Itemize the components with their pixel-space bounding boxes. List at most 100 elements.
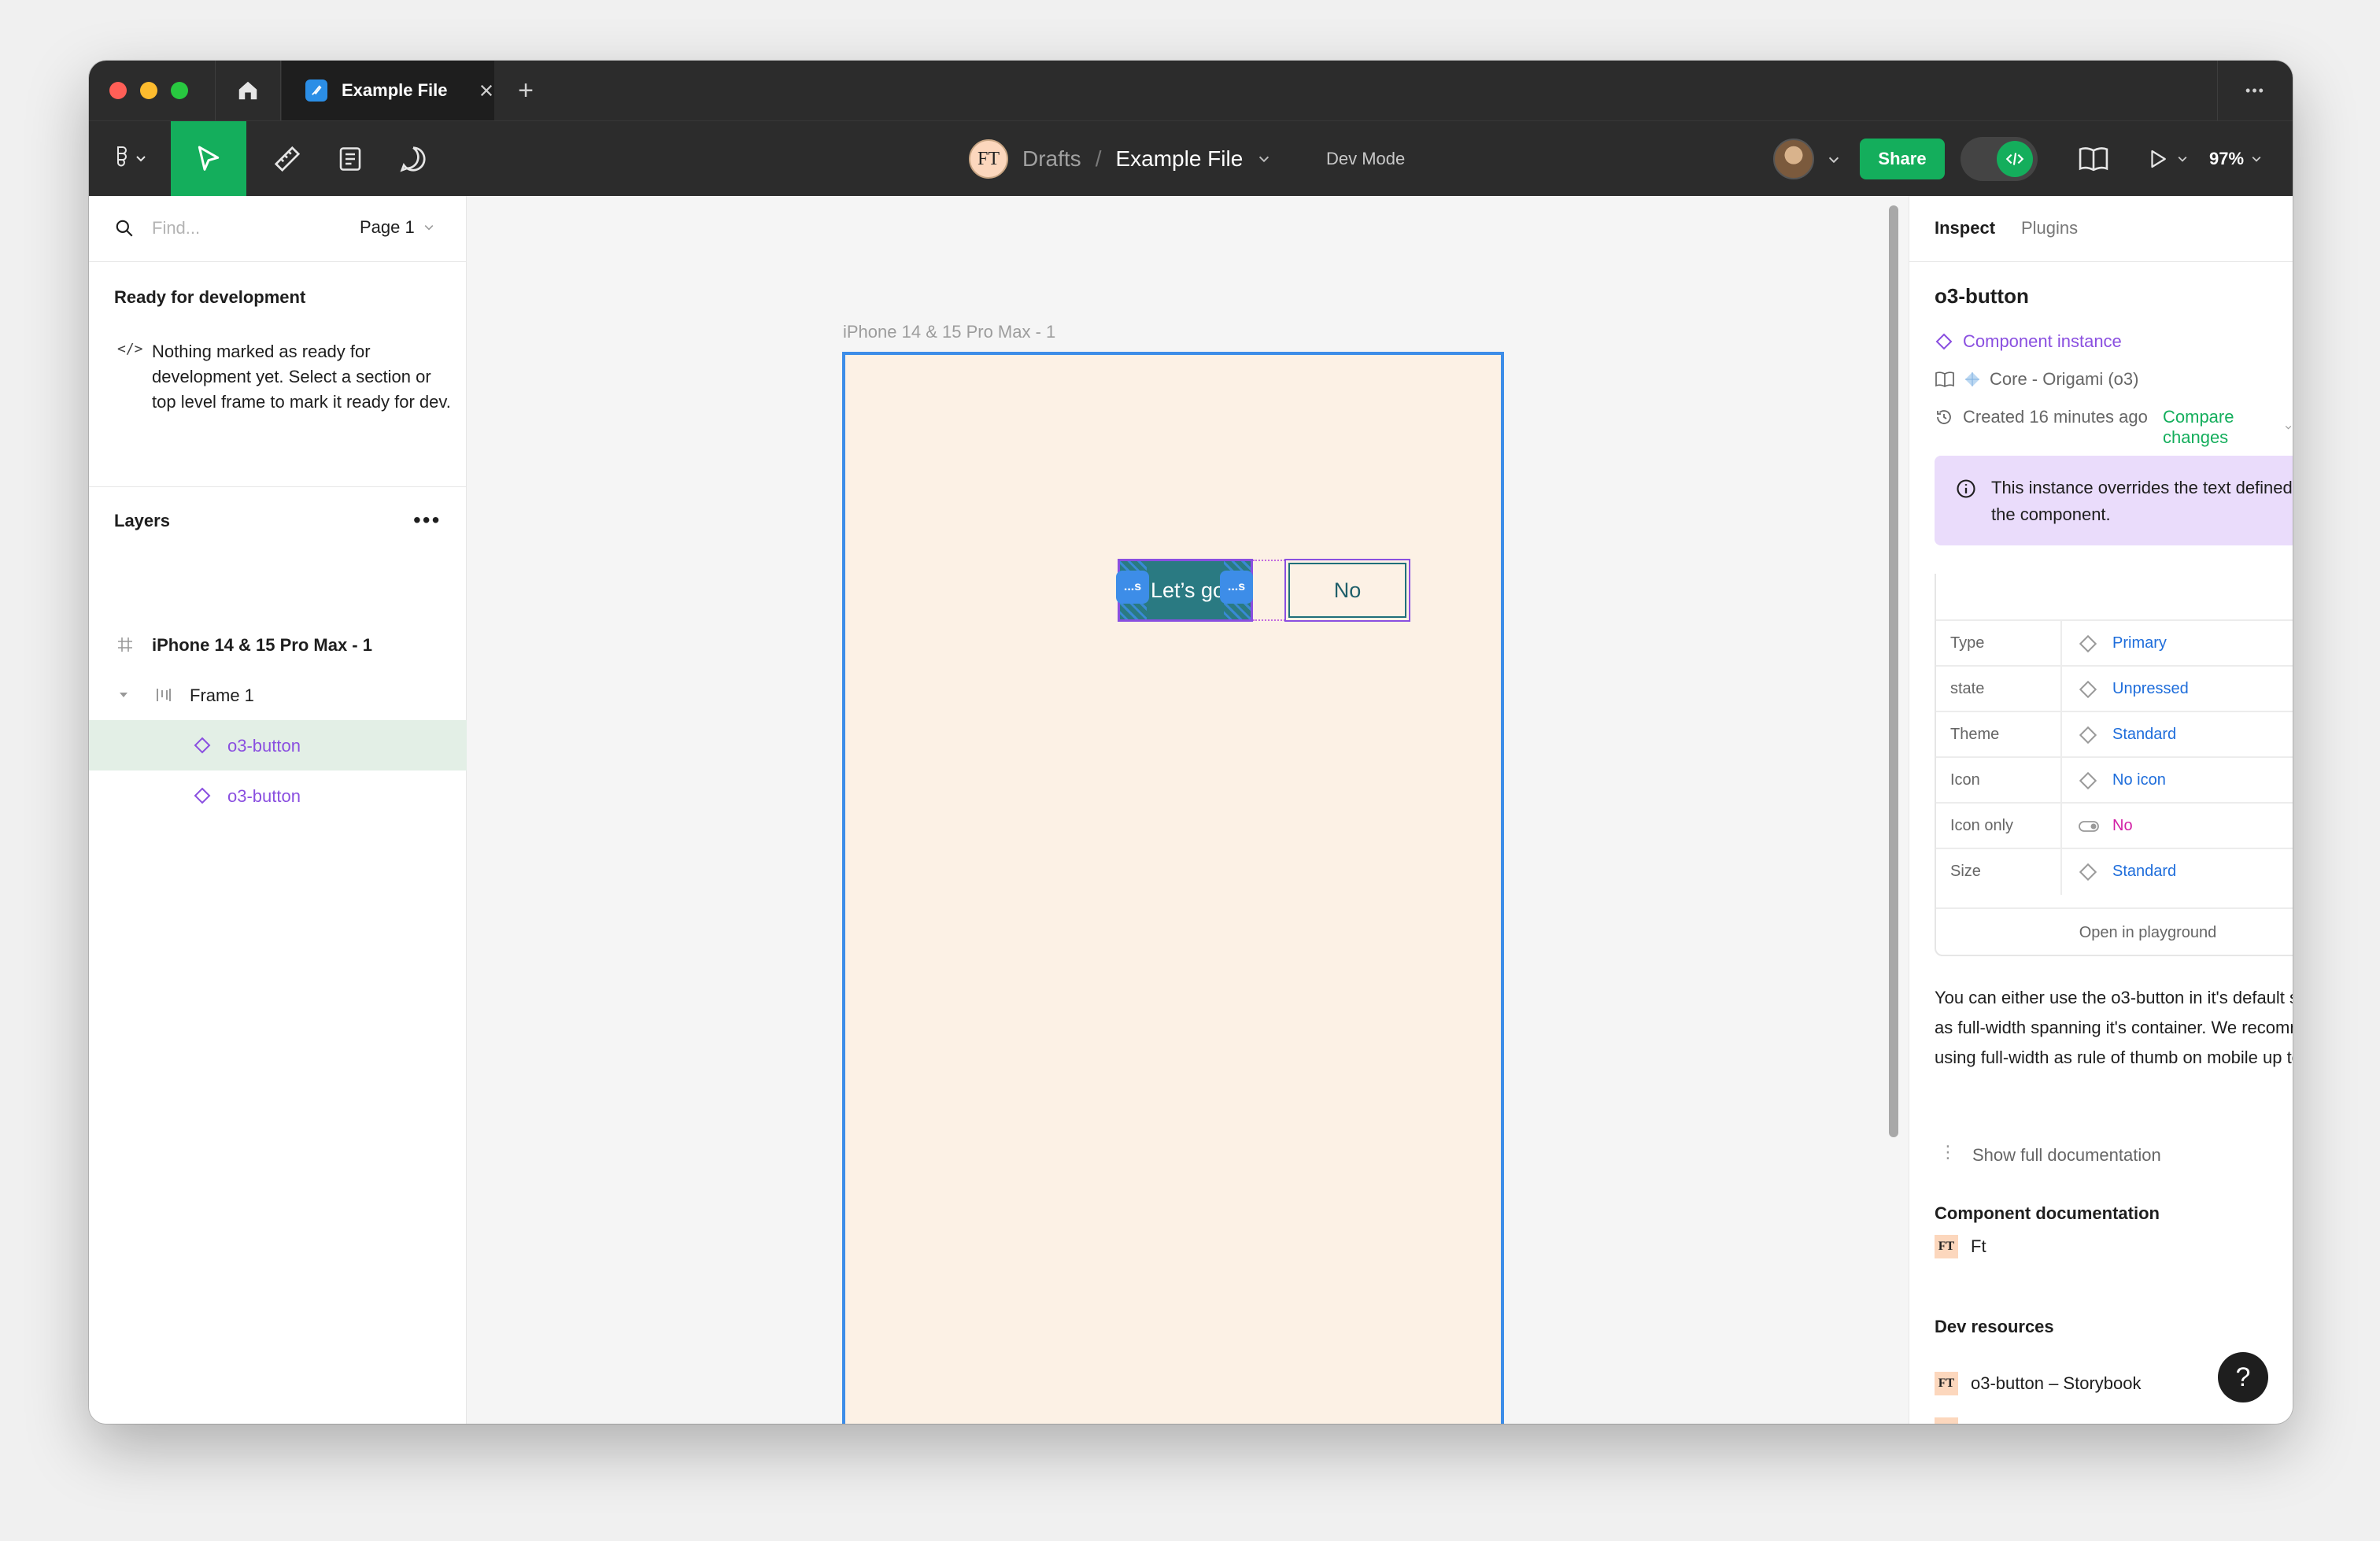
layers-title: Layers xyxy=(114,511,170,530)
dev-resource-link[interactable]: FT o3-button – Storybook xyxy=(1935,1372,2141,1395)
zoom-level: 97% xyxy=(2209,149,2245,168)
caret-down-icon[interactable] xyxy=(119,690,128,700)
main-menu-button[interactable] xyxy=(103,121,158,197)
property-name: Icon xyxy=(1950,771,1980,789)
ready-for-dev-title: Ready for development xyxy=(114,287,306,307)
search-input[interactable]: Find... xyxy=(152,218,200,238)
layer-search: Find... Page 1 xyxy=(89,196,467,262)
canvas-scrollbar[interactable] xyxy=(1889,205,1898,1137)
component-instance-icon xyxy=(194,737,211,754)
breadcrumb-drafts[interactable]: Drafts xyxy=(1022,146,1081,172)
home-icon xyxy=(238,81,257,100)
more-icon: ••• xyxy=(2245,82,2265,98)
comment-tool-button[interactable] xyxy=(385,121,442,197)
layer-row[interactable]: iPhone 14 & 15 Pro Max - 1 xyxy=(89,619,467,670)
dev-mode-toggle[interactable] xyxy=(1961,137,2038,181)
variant-icon xyxy=(2079,680,2097,699)
comment-icon xyxy=(400,146,426,172)
zoom-window-button[interactable] xyxy=(171,82,188,99)
show-full-documentation-button[interactable]: Show full documentation xyxy=(1972,1145,2161,1166)
component-doc-label: Ft xyxy=(1971,1236,1986,1256)
design-canvas[interactable]: iPhone 14 & 15 Pro Max - 1 Let’s go ...s… xyxy=(467,196,1909,1424)
tab-plugins[interactable]: Plugins xyxy=(2021,218,2078,238)
page-selector[interactable]: Page 1 xyxy=(360,217,435,238)
layer-row[interactable]: o3-button xyxy=(89,770,467,821)
page-selector-label: Page 1 xyxy=(360,217,415,237)
property-value[interactable]: Primary xyxy=(2112,634,2167,652)
zoom-menu[interactable]: 97% xyxy=(2209,121,2263,197)
compare-changes-button[interactable]: Compare changes xyxy=(2163,407,2293,448)
team-avatar[interactable]: FT xyxy=(969,139,1008,179)
component-instance-icon xyxy=(194,787,211,804)
measure-tool-button[interactable] xyxy=(259,121,316,197)
window-more-button[interactable]: ••• xyxy=(2217,61,2293,120)
layer-name: o3-button xyxy=(227,786,301,806)
property-value[interactable]: Standard xyxy=(2112,726,2176,744)
drag-handle-icon: ⋮ xyxy=(1939,1142,1957,1162)
property-name: Icon only xyxy=(1950,817,2014,834)
spacing-badge-left[interactable]: ...s xyxy=(1116,571,1149,604)
close-tab-icon[interactable] xyxy=(479,83,493,98)
annotate-tool-button[interactable] xyxy=(322,121,379,197)
file-name-button[interactable]: Example File xyxy=(1115,146,1243,172)
layer-name: iPhone 14 & 15 Pro Max - 1 xyxy=(152,635,372,655)
layer-row-selected[interactable]: o3-button xyxy=(89,720,467,770)
property-name: Size xyxy=(1950,863,1981,880)
component-description: You can either use the o3-button in it's… xyxy=(1935,988,2293,1067)
file-tab[interactable]: Example File xyxy=(282,61,494,120)
library-row[interactable]: Core - Origami (o3) xyxy=(1935,369,2138,390)
auto-layout-icon xyxy=(157,689,171,701)
property-row: Theme Standard xyxy=(1936,711,2293,758)
open-playground-button[interactable]: Open in playground xyxy=(1936,907,2293,956)
property-row: Icon only No xyxy=(1936,802,2293,849)
property-value[interactable]: No icon xyxy=(2112,771,2166,789)
created-label: Created 16 minutes ago xyxy=(1963,407,2148,427)
close-window-button[interactable] xyxy=(109,82,127,99)
chevron-down-icon xyxy=(2178,156,2187,162)
design-file-icon xyxy=(305,79,327,102)
app-window: Example File + ••• FT Drafts / Example F… xyxy=(89,61,2293,1424)
layer-row[interactable]: Frame 1 xyxy=(89,670,467,720)
new-tab-button[interactable]: + xyxy=(508,73,543,108)
library-label: Core - Origami (o3) xyxy=(1990,369,2139,389)
component-instance-row[interactable]: Component instance xyxy=(1935,331,2122,352)
toggle-icon xyxy=(2079,821,2099,832)
share-button[interactable]: Share xyxy=(1860,139,1945,179)
property-name: Theme xyxy=(1950,726,2000,743)
chevron-down-icon xyxy=(2285,425,2292,430)
history-icon xyxy=(1937,410,1951,424)
frame-label[interactable]: iPhone 14 & 15 Pro Max - 1 xyxy=(843,322,1055,342)
chevron-down-icon[interactable] xyxy=(1827,153,1841,167)
present-button[interactable] xyxy=(2132,121,2203,197)
minimize-window-button[interactable] xyxy=(140,82,157,99)
properties-table: Type Primary state Unpressed Theme Stand… xyxy=(1935,574,2293,956)
inspect-tabs: Inspect Plugins xyxy=(1909,196,2293,262)
file-tab-title: Example File xyxy=(342,80,448,100)
tab-inspect[interactable]: Inspect xyxy=(1935,218,1995,238)
chevron-down-icon[interactable] xyxy=(1257,152,1271,166)
spacing-badge-right[interactable]: ...s xyxy=(1220,571,1253,604)
ready-for-dev-section: Ready for development </> Nothing marked… xyxy=(89,262,467,487)
property-value[interactable]: Standard xyxy=(2112,863,2176,881)
left-sidebar: Find... Page 1 Ready for development </>… xyxy=(89,196,467,1424)
component-doc-link[interactable]: FT Ft xyxy=(1935,1235,1986,1258)
help-button[interactable]: ? xyxy=(2218,1352,2268,1402)
ready-for-dev-message: Nothing marked as ready for development … xyxy=(152,342,451,412)
secondary-button-label: No xyxy=(1288,563,1406,618)
layers-more-button[interactable]: ••• xyxy=(413,508,441,533)
property-value[interactable]: No xyxy=(2112,817,2133,835)
user-avatar[interactable] xyxy=(1773,139,1814,179)
override-notice: This instance overrides the text defined… xyxy=(1935,456,2293,545)
home-tab[interactable] xyxy=(215,61,281,120)
title-bar: Example File + ••• xyxy=(89,61,2293,120)
created-row: Created 16 minutes ago xyxy=(1935,407,2148,427)
move-tool-button[interactable] xyxy=(171,121,246,197)
breadcrumb-separator: / xyxy=(1095,146,1102,171)
property-value[interactable]: Unpressed xyxy=(2112,680,2189,698)
dev-resources-title: Dev resources xyxy=(1935,1317,2054,1336)
secondary-button[interactable]: No xyxy=(1284,559,1410,622)
book-icon xyxy=(1935,371,1954,387)
ruler-icon xyxy=(274,146,301,172)
iphone-frame[interactable] xyxy=(842,352,1504,1424)
library-button[interactable] xyxy=(2066,121,2121,197)
